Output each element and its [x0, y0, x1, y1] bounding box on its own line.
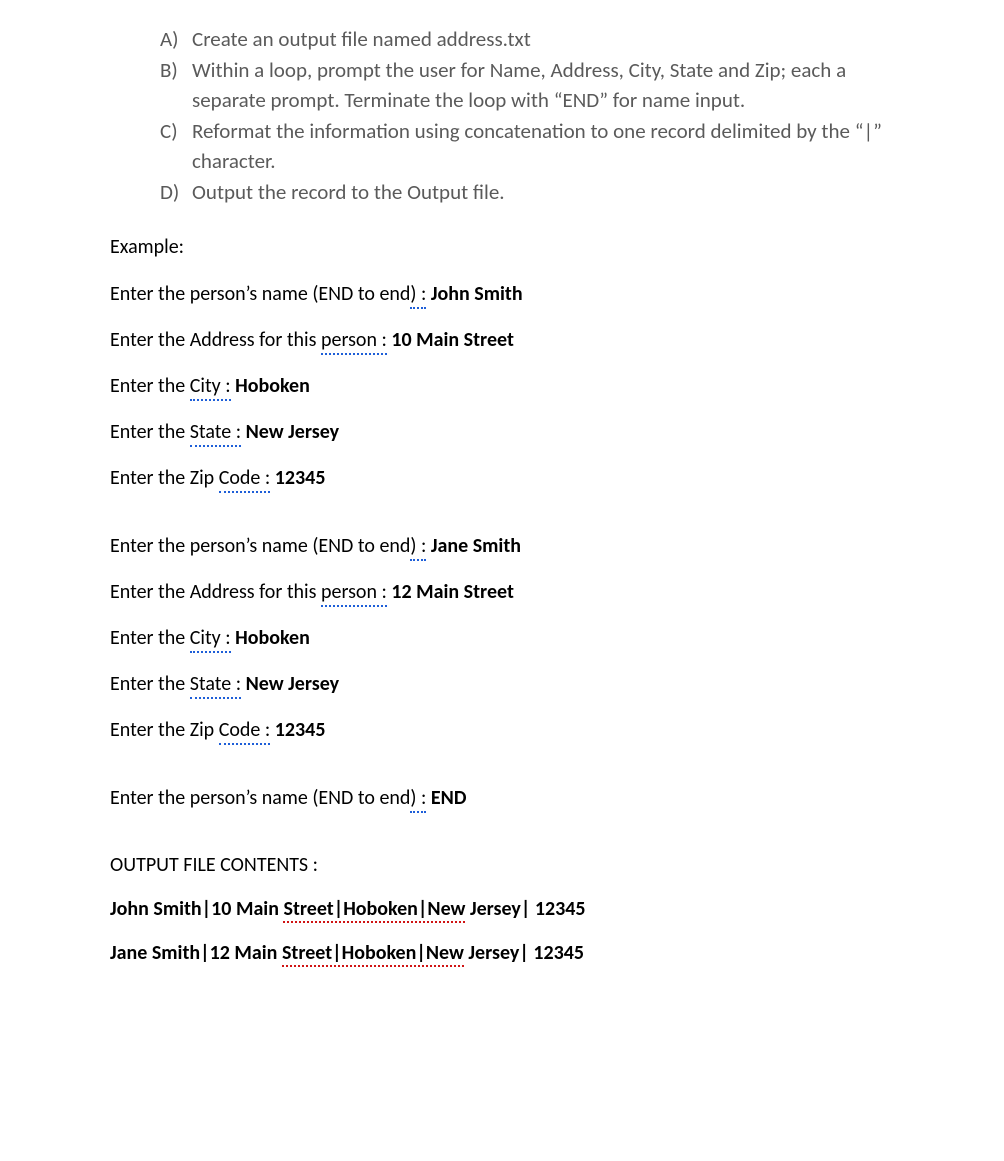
prompt-text: Enter the Zip	[110, 718, 219, 742]
instruction-letter: A)	[160, 25, 192, 54]
user-input: 12345	[275, 466, 326, 490]
user-input: Hoboken	[235, 626, 310, 650]
example-block: Enter the person’s name (END to end) : E…	[110, 785, 924, 813]
prompt-text: Enter the Address for this	[110, 580, 321, 604]
prompt-line: Enter the Zip Code : 12345	[110, 465, 924, 493]
prompt-line: Enter the City : Hoboken	[110, 625, 924, 653]
prompt-text: Enter the	[110, 672, 190, 696]
prompt-suffix: State :	[190, 419, 241, 447]
user-input: Hoboken	[235, 374, 310, 398]
prompt-text: Enter the person’s name (END to end	[110, 282, 410, 306]
prompt-line: Enter the person’s name (END to end) : J…	[110, 533, 924, 561]
output-text: Jane Smith|12 Main	[110, 941, 282, 965]
user-input: New Jersey	[246, 420, 339, 444]
instruction-letter: D)	[160, 178, 192, 207]
user-input: 10 Main Street	[391, 328, 514, 352]
prompt-suffix: person :	[321, 327, 387, 355]
instruction-text: Output the record to the Output file.	[192, 178, 924, 207]
output-line: John Smith|10 Main Street|Hoboken|New Je…	[110, 897, 924, 923]
prompt-suffix: Code :	[219, 717, 271, 745]
prompt-text: Enter the	[110, 626, 190, 650]
user-input: John Smith	[431, 282, 523, 306]
example-block: Enter the person’s name (END to end) : J…	[110, 281, 924, 493]
prompt-text: Enter the person’s name (END to end	[110, 534, 410, 558]
prompt-text: Enter the	[110, 420, 190, 444]
output-text: John Smith|10 Main	[110, 897, 283, 921]
output-line: Jane Smith|12 Main Street|Hoboken|New Je…	[110, 941, 924, 967]
output-text-marked: Street|Hoboken|New	[283, 897, 465, 923]
prompt-text: Enter the Zip	[110, 466, 219, 490]
prompt-line: Enter the Zip Code : 12345	[110, 717, 924, 745]
prompt-suffix: ) :	[410, 785, 426, 813]
prompt-text: Enter the	[110, 374, 190, 398]
prompt-line: Enter the Address for this person : 10 M…	[110, 327, 924, 355]
user-input: 12 Main Street	[391, 580, 514, 604]
prompt-text: Enter the person’s name (END to end	[110, 786, 410, 810]
output-text: Jersey| 12345	[464, 941, 584, 965]
prompt-line: Enter the State : New Jersey	[110, 671, 924, 699]
prompt-suffix: ) :	[410, 281, 426, 309]
output-text-marked: Street|Hoboken|New	[282, 941, 464, 967]
user-input: 12345	[275, 718, 326, 742]
prompt-line: Enter the Address for this person : 12 M…	[110, 579, 924, 607]
prompt-suffix: State :	[190, 671, 241, 699]
instruction-letter: C)	[160, 117, 192, 176]
instruction-item: B) Within a loop, prompt the user for Na…	[160, 56, 924, 115]
user-input: New Jersey	[246, 672, 339, 696]
prompt-suffix: Code :	[219, 465, 271, 493]
prompt-line: Enter the State : New Jersey	[110, 419, 924, 447]
user-input: Jane Smith	[431, 534, 521, 558]
instruction-item: D) Output the record to the Output file.	[160, 178, 924, 207]
prompt-line: Enter the person’s name (END to end) : J…	[110, 281, 924, 309]
example-heading: Example:	[110, 235, 924, 259]
prompt-line: Enter the City : Hoboken	[110, 373, 924, 401]
instruction-item: A) Create an output file named address.t…	[160, 25, 924, 54]
prompt-suffix: City :	[190, 373, 231, 401]
prompt-suffix: ) :	[410, 533, 426, 561]
instruction-text: Reformat the information using concatena…	[192, 117, 924, 176]
instruction-text: Within a loop, prompt the user for Name,…	[192, 56, 924, 115]
output-text: Jersey| 12345	[465, 897, 585, 921]
instructions-list: A) Create an output file named address.t…	[160, 25, 924, 207]
example-block: Enter the person’s name (END to end) : J…	[110, 533, 924, 745]
prompt-line: Enter the person’s name (END to end) : E…	[110, 785, 924, 813]
user-input: END	[431, 786, 467, 810]
document-page: A) Create an output file named address.t…	[0, 0, 1004, 1025]
prompt-suffix: City :	[190, 625, 231, 653]
prompt-text: Enter the Address for this	[110, 328, 321, 352]
prompt-suffix: person :	[321, 579, 387, 607]
output-heading: OUTPUT FILE CONTENTS :	[110, 853, 924, 877]
instruction-text: Create an output file named address.txt	[192, 25, 924, 54]
instruction-item: C) Reformat the information using concat…	[160, 117, 924, 176]
instruction-letter: B)	[160, 56, 192, 115]
